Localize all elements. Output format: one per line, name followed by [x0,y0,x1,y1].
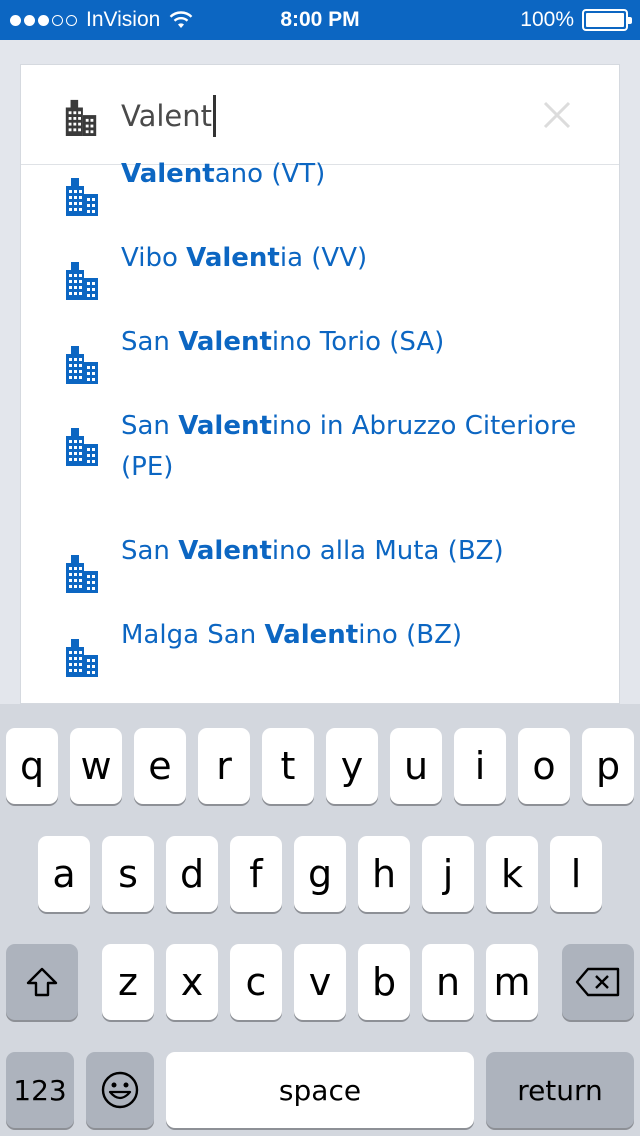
result-item[interactable]: San Valentino in Abruzzo Citeriore (PE) [21,406,619,528]
key-o[interactable]: o [518,728,570,804]
key-t[interactable]: t [262,728,314,804]
search-bar: Valent [21,65,619,165]
close-icon[interactable] [541,99,573,131]
building-icon [66,262,98,300]
result-label: San Valentino in Abruzzo Citeriore (PE) [121,406,601,488]
building-icon [66,428,98,466]
building-icon [66,555,98,593]
result-label: Valentano (VT) [121,154,601,195]
emoji-icon [101,1071,139,1109]
result-item[interactable]: Valentano (VT) [21,154,619,238]
key-m[interactable]: m [486,944,538,1020]
result-label-prefix: Vibo [121,243,187,273]
building-icon [66,639,98,677]
key-n[interactable]: n [422,944,474,1020]
key-z[interactable]: z [102,944,154,1020]
shift-key[interactable] [6,944,78,1020]
return-key[interactable]: return [486,1052,634,1128]
result-item[interactable]: Vibo Valentia (VV) [21,238,619,322]
key-w[interactable]: w [70,728,122,804]
result-label-suffix: ano (VT) [214,159,326,189]
delete-key[interactable] [562,944,634,1020]
status-bar: InVision 8:00 PM 100% [0,0,640,40]
result-label-match: Valent [186,243,280,273]
result-label-suffix: ia (VV) [279,243,368,273]
search-input-value: Valent [121,99,213,133]
key-u[interactable]: u [390,728,442,804]
result-label-prefix: San [121,411,179,441]
key-l[interactable]: l [550,836,602,912]
key-f[interactable]: f [230,836,282,912]
key-h[interactable]: h [358,836,410,912]
shift-icon [26,967,58,997]
result-label-suffix: ino alla Muta (BZ) [271,536,504,566]
key-d[interactable]: d [166,836,218,912]
key-c[interactable]: c [230,944,282,1020]
key-q[interactable]: q [6,728,58,804]
result-label-match: Valent [121,159,215,189]
result-label: San Valentino alla Muta (BZ) [121,531,601,572]
result-label-match: Valent [264,620,359,650]
key-j[interactable]: j [422,836,474,912]
building-icon [66,346,98,384]
battery-icon [582,9,632,31]
battery-percent: 100% [520,8,574,31]
result-label-match: Valent [178,411,272,441]
result-item[interactable]: San Valentino alla Muta (BZ) [21,531,619,615]
search-card: Valent Valentano (VT) Vibo Valentia (VV) S… [20,64,620,704]
space-key[interactable]: space [166,1052,474,1128]
result-label-prefix: Malga San [121,620,265,650]
key-x[interactable]: x [166,944,218,1020]
result-item[interactable]: Malga San Valentino (BZ) [21,615,619,699]
result-label-suffix: ino (BZ) [358,620,463,650]
result-label: San Valentino Torio (SA) [121,322,601,363]
result-label-match: Valent [178,327,272,357]
key-y[interactable]: y [326,728,378,804]
key-v[interactable]: v [294,944,346,1020]
backspace-icon [575,967,620,997]
key-e[interactable]: e [134,728,186,804]
result-label-suffix: ino Torio (SA) [271,327,445,357]
result-label: Vibo Valentia (VV) [121,238,601,279]
key-p[interactable]: p [582,728,634,804]
result-item[interactable]: San Valentino Torio (SA) [21,322,619,406]
result-label-match: Valent [178,536,272,566]
building-icon [66,178,98,216]
key-k[interactable]: k [486,836,538,912]
key-i[interactable]: i [454,728,506,804]
text-cursor [213,95,217,137]
key-s[interactable]: s [102,836,154,912]
key-a[interactable]: a [38,836,90,912]
emoji-key[interactable] [86,1052,154,1128]
search-input[interactable]: Valent [121,91,217,141]
numbers-key[interactable]: 123 [6,1052,74,1128]
result-label-prefix: San [121,327,179,357]
result-label: Malga San Valentino (BZ) [121,615,601,656]
status-right: 100% [520,8,632,32]
key-g[interactable]: g [294,836,346,912]
key-b[interactable]: b [358,944,410,1020]
building-icon [65,99,97,136]
result-label-prefix: San [121,536,179,566]
key-r[interactable]: r [198,728,250,804]
keyboard: q w e r t y u i o p a s d f g h j k l z x c v b n m 123 space return [0,704,640,1136]
